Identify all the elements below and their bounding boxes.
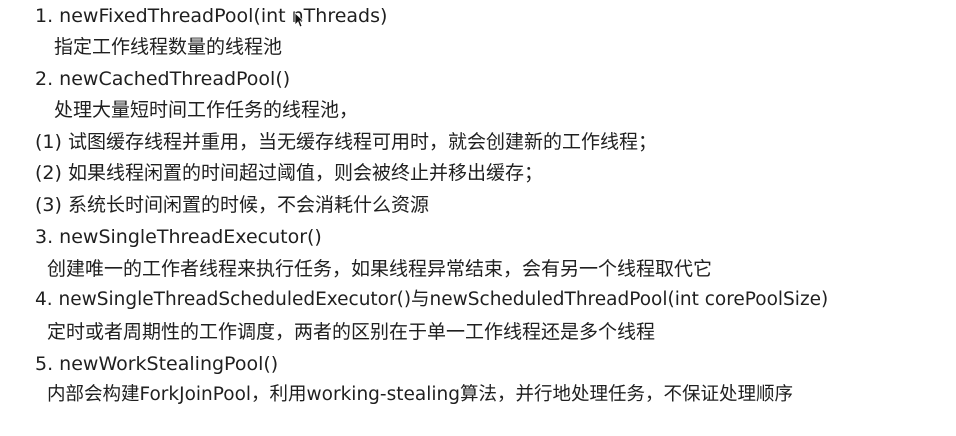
item-1-title: 1. newFixedThreadPool(int nThreads) (35, 5, 388, 27)
item-2-point-3: (3) 系统长时间闲置的时候，不会消耗什么资源 (35, 194, 429, 216)
item-5-description: 内部会构建ForkJoinPool，利用working-stealing算法，并… (47, 384, 793, 405)
document-body: 1. newFixedThreadPool(int nThreads) 指定工作… (0, 0, 956, 436)
item-3-description: 创建唯一的工作者线程来执行任务，如果线程异常结束，会有另一个线程取代它 (47, 258, 713, 280)
item-2-title: 2. newCachedThreadPool() (35, 68, 291, 90)
item-2-point-1: (1) 试图缓存线程并重用，当无缓存线程可用时，就会创建新的工作线程； (35, 131, 657, 153)
item-3-title: 3. newSingleThreadExecutor() (35, 226, 322, 248)
mouse-pointer-icon (294, 12, 304, 28)
item-2-description: 处理大量短时间工作任务的线程池， (54, 99, 359, 121)
item-5-title: 5. newWorkStealingPool() (35, 353, 279, 375)
item-2-point-2: (2) 如果线程闲置的时间超过阈值，则会被终止并移出缓存； (35, 162, 543, 184)
item-1-description: 指定工作线程数量的线程池 (54, 36, 283, 58)
item-4-title: 4. newSingleThreadScheduledExecutor()与ne… (35, 289, 829, 310)
item-4-description: 定时或者周期性的工作调度，两者的区别在于单一工作线程还是多个线程 (47, 321, 656, 343)
